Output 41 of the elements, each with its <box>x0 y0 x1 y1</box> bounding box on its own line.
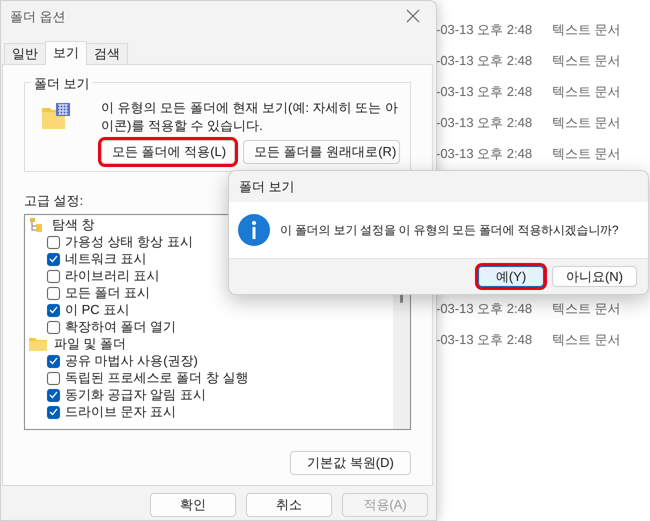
dialog-button[interactable]: 취소 <box>246 493 332 517</box>
dialog-button[interactable]: 아니요(N) <box>552 266 637 287</box>
folder-view-button[interactable]: 모든 폴더를 원래대로(R) <box>243 140 400 164</box>
dialog-button[interactable]: 예(Y) <box>478 266 544 287</box>
dialog-button[interactable]: 확인 <box>150 493 236 517</box>
file-type-text: 텍스트 문서 <box>552 52 621 70</box>
setting-label: 확장하여 폴더 열기 <box>65 318 176 336</box>
setting-label: 독립된 프로세스로 폴더 창 실행 <box>65 369 248 388</box>
message-text: 이 폴더의 보기 설정을 이 유형의 모든 폴더에 적용하시겠습니까? <box>280 222 618 239</box>
folder-view-button[interactable]: 모든 폴더에 적용(L) <box>101 140 235 164</box>
modified-date-text: -03-13 오후 2:48 <box>436 20 534 39</box>
tab[interactable]: 일반 <box>4 43 46 64</box>
restore-defaults-button[interactable]: 기본값 복원(D) <box>290 451 411 475</box>
modified-date-text: -03-13 오후 2:48 <box>436 114 534 132</box>
file-type-text: 텍스트 문서 <box>552 144 621 163</box>
setting-label: 가용성 상태 항상 표시 <box>65 233 193 252</box>
tab[interactable]: 검색 <box>86 43 128 64</box>
tab[interactable]: 보기 <box>45 41 87 65</box>
description-text: 이 유형의 모든 폴더에 현재 보기(예: 자세히 또는 아이콘)를 적용할 수 있습니다. <box>101 99 399 135</box>
setting-label: 라이브러리 표시 <box>65 267 160 286</box>
modified-date-text: -03-13 오후 2:48 <box>436 144 534 163</box>
modified-date-text: -03-13 오후 2:48 <box>436 300 534 318</box>
setting-label: 이 PC 표시 <box>65 301 130 320</box>
setting-label: 네트워크 표시 <box>65 250 147 268</box>
file-type-text: 텍스트 문서 <box>552 82 621 101</box>
modified-date-text: -03-13 오후 2:48 <box>436 82 534 101</box>
settings-group-label: 탐색 창 <box>52 216 95 234</box>
setting-label: 모든 폴더 표시 <box>65 284 150 302</box>
setting-label: 동기화 공급자 알림 표시 <box>65 386 206 404</box>
file-type-text: 텍스트 문서 <box>552 20 621 39</box>
dialog-title: 폴더 보기 <box>238 178 296 196</box>
file-type-text: 텍스트 문서 <box>552 300 621 318</box>
file-type-text: 텍스트 문서 <box>552 114 621 132</box>
setting-label: 드라이브 문자 표시 <box>65 403 176 422</box>
modified-date-text: -03-13 오후 2:48 <box>436 330 534 349</box>
settings-group-label: 파일 및 폴더 <box>54 335 126 354</box>
advanced-settings-label: 고급 설정: <box>24 192 84 210</box>
modified-date-text: -03-13 오후 2:48 <box>436 52 534 70</box>
setting-label: 공유 마법사 사용(권장) <box>65 352 198 370</box>
window-title: 폴더 옵션 <box>10 8 66 26</box>
file-type-text: 텍스트 문서 <box>552 330 621 349</box>
